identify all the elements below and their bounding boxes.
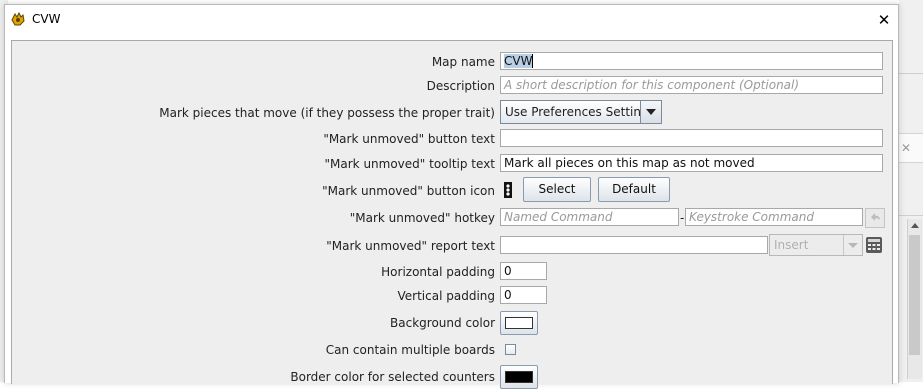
mark-hotkey-label: "Mark unmoved" hotkey [349, 211, 495, 225]
mark-report-input[interactable] [500, 236, 768, 254]
multi-boards-label: Can contain multiple boards [325, 343, 495, 357]
insert-dropdown[interactable]: Insert [769, 234, 863, 256]
calculator-button[interactable] [865, 236, 885, 256]
mark-pieces-dropdown[interactable]: Use Preferences Setting [500, 100, 662, 124]
border-color-button[interactable] [500, 365, 538, 389]
h-padding-value: 0 [504, 264, 512, 278]
dialog-window: CVW ✕ Map name CVW Description A short d… [4, 4, 899, 389]
mark-pieces-value: Use Preferences Setting [505, 105, 649, 119]
mark-tooltip-value: Mark all pieces on this map as not moved [504, 156, 755, 170]
mark-button-text-label: "Mark unmoved" button text [323, 132, 495, 146]
undo-hotkey-button[interactable] [865, 208, 885, 228]
hotkey-separator: - [680, 211, 685, 225]
properties-panel: Map name CVW Description A short descrip… [11, 40, 893, 389]
close-button[interactable]: ✕ [873, 10, 895, 30]
mark-tooltip-input[interactable]: Mark all pieces on this map as not moved [500, 154, 883, 172]
bg-color-swatch [505, 317, 533, 329]
traffic-light-icon [504, 182, 512, 198]
description-placeholder: A short description for this component (… [504, 78, 800, 92]
v-padding-value: 0 [504, 288, 512, 302]
description-label: Description [426, 79, 495, 93]
background-window-right: ✕ [899, 0, 923, 382]
map-name-value: CVW [504, 54, 533, 68]
border-color-swatch [505, 371, 533, 383]
vassal-app-icon [11, 11, 25, 26]
insert-dropdown-label: Insert [774, 238, 809, 252]
chevron-down-icon [843, 235, 862, 255]
keystroke-command-input[interactable]: Keystroke Command [685, 208, 863, 226]
h-padding-label: Horizontal padding [381, 265, 495, 279]
window-title: CVW [32, 12, 61, 26]
bg-color-button[interactable] [500, 311, 538, 335]
named-command-placeholder: Named Command [504, 210, 613, 224]
mark-icon-label: "Mark unmoved" button icon [322, 184, 495, 198]
v-padding-label: Vertical padding [397, 289, 496, 303]
mark-report-label: "Mark unmoved" report text [326, 239, 495, 253]
bg-color-label: Background color [390, 316, 495, 330]
calculator-icon [866, 237, 882, 253]
mark-pieces-label: Mark pieces that move (if they possess t… [159, 106, 495, 120]
background-scrollbar [907, 219, 922, 379]
named-command-input[interactable]: Named Command [500, 208, 679, 226]
multi-boards-checkbox[interactable] [505, 344, 516, 355]
mark-button-text-input[interactable] [500, 129, 883, 147]
undo-icon [871, 213, 880, 221]
map-name-label: Map name [431, 55, 495, 69]
h-padding-input[interactable]: 0 [500, 262, 547, 280]
chevron-down-icon[interactable] [640, 101, 661, 123]
title-bar[interactable]: CVW ✕ [5, 5, 898, 35]
mark-tooltip-label: "Mark unmoved" tooltip text [324, 157, 495, 171]
default-icon-button[interactable]: Default [598, 177, 670, 202]
v-padding-input[interactable]: 0 [500, 286, 547, 304]
close-icon: ✕ [877, 11, 891, 29]
select-icon-button[interactable]: Select [523, 177, 591, 202]
background-close-icon: ✕ [901, 141, 912, 155]
description-input[interactable]: A short description for this component (… [500, 76, 883, 94]
map-name-input[interactable]: CVW [500, 52, 883, 70]
keystroke-command-placeholder: Keystroke Command [689, 210, 814, 224]
